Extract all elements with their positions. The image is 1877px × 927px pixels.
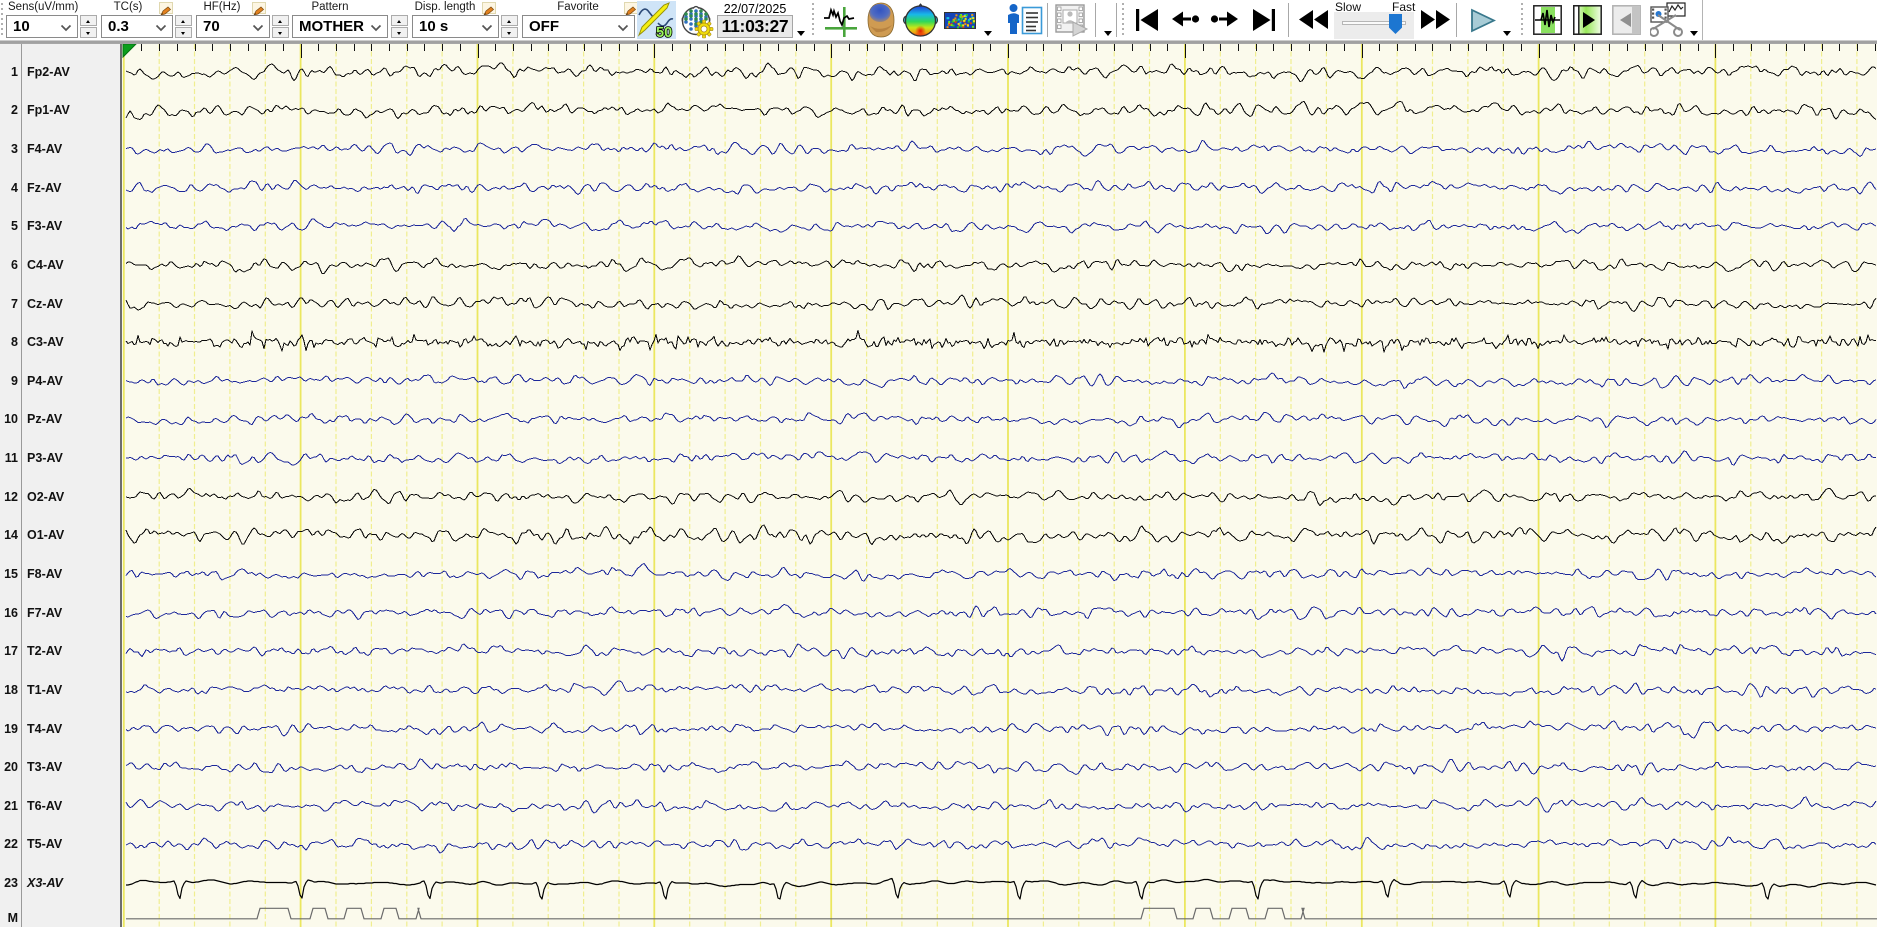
- svg-text:50: 50: [656, 25, 672, 39]
